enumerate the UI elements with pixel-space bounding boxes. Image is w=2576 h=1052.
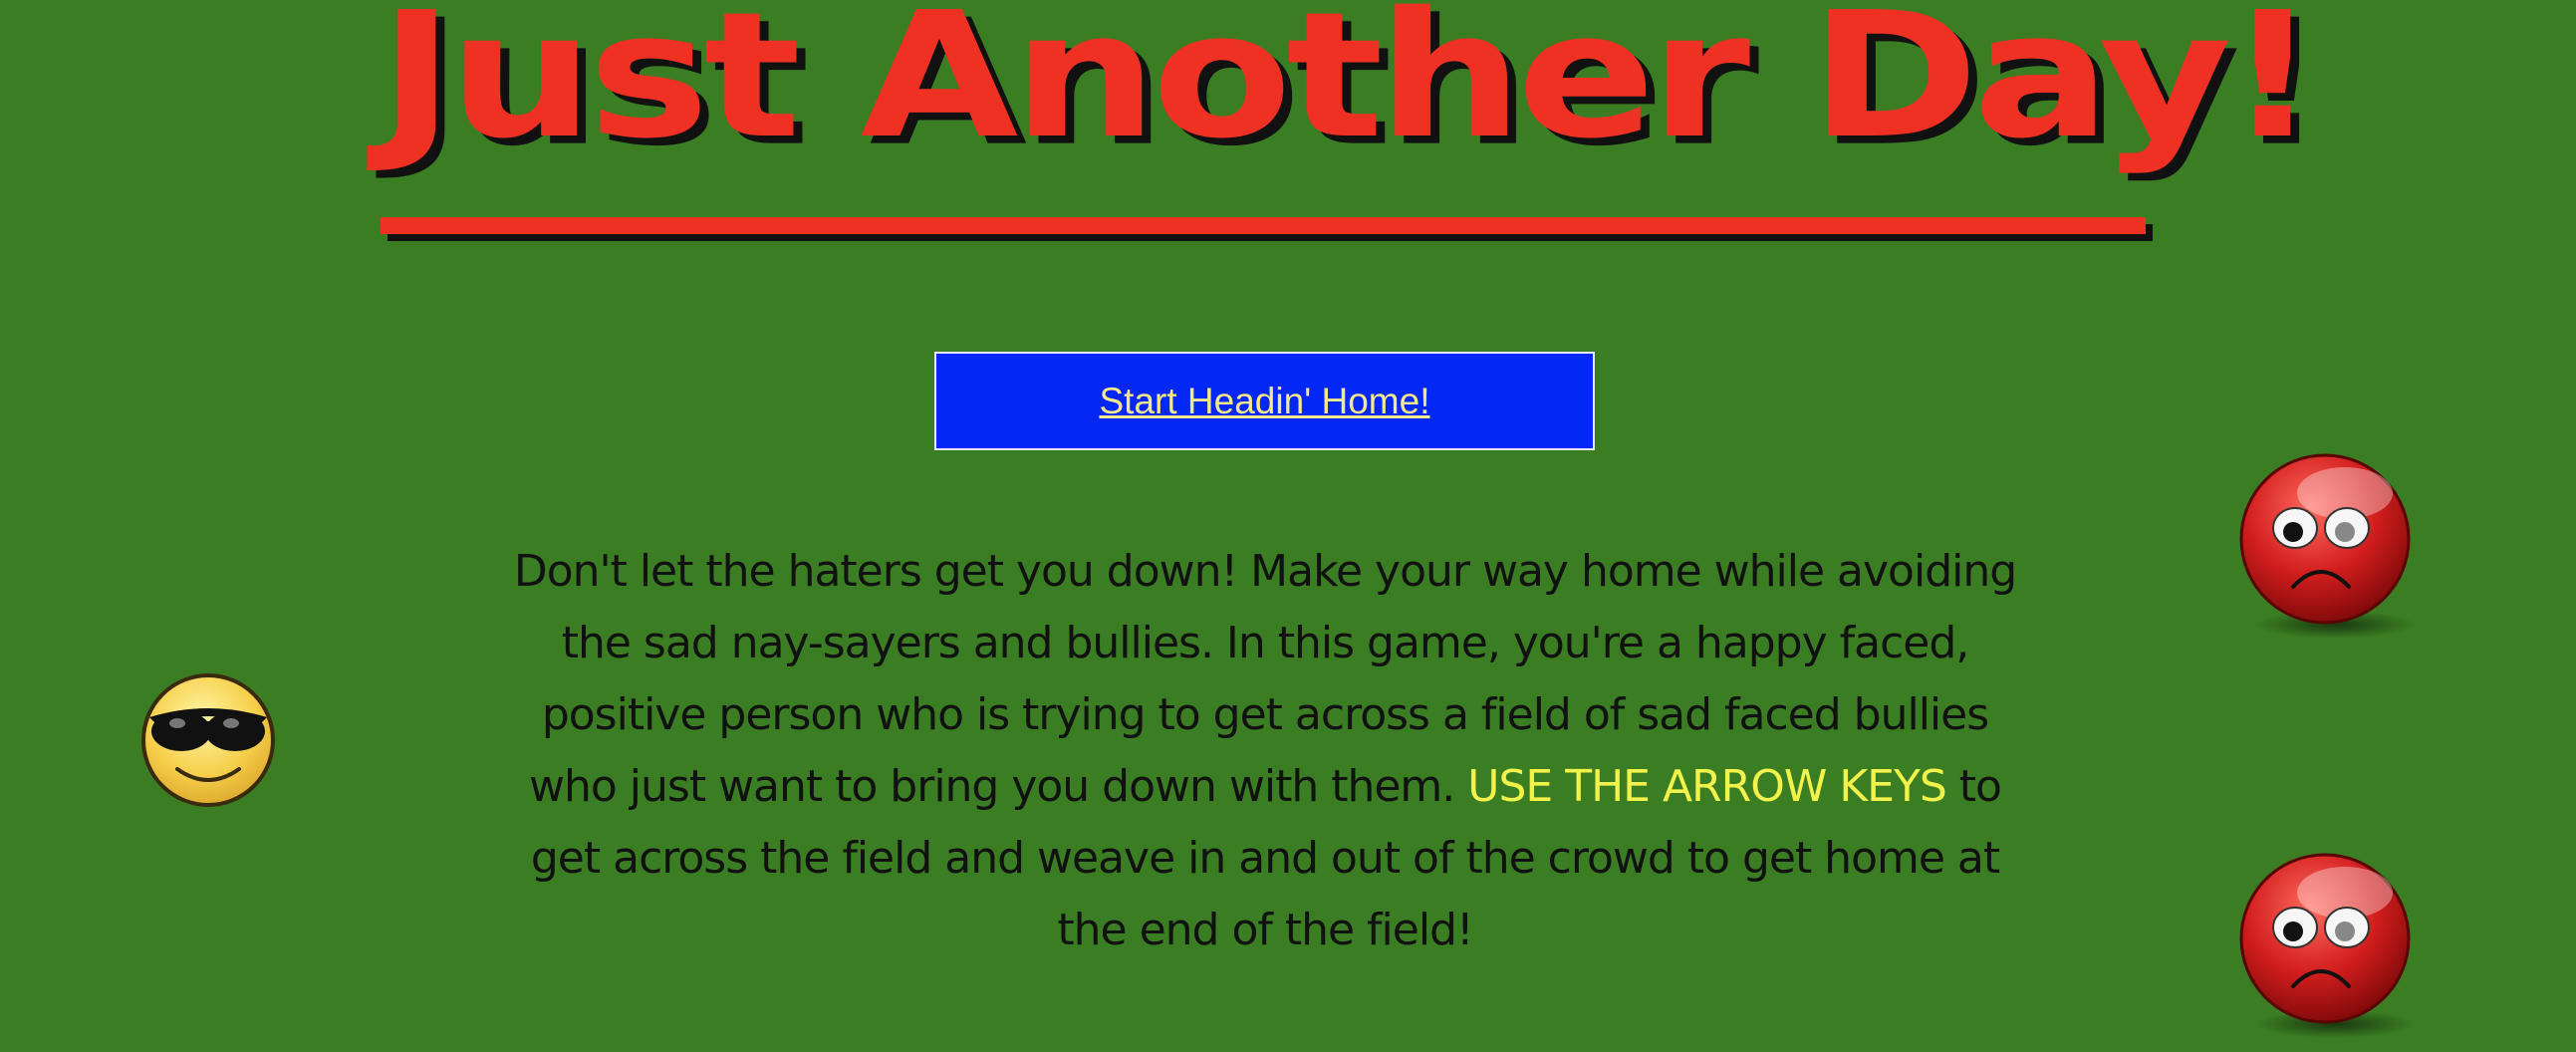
arrow-keys-hint: USE THE ARROW KEYS <box>1467 761 1947 812</box>
title-underline <box>381 217 2146 234</box>
enemy-sad-face-icon <box>2239 853 2415 1038</box>
start-game-button-label[interactable]: Start Headin' Home! <box>1100 381 1430 422</box>
enemy-sad-face-icon <box>2239 453 2415 639</box>
start-game-button[interactable]: Start Headin' Home! <box>934 352 1595 450</box>
instructions-text: Don't let the haters get you down! Make … <box>508 536 2022 966</box>
title-area: Just Another Day! <box>379 0 2319 249</box>
page-title: Just Another Day! <box>379 0 2319 177</box>
player-sunglasses-smiley-icon <box>141 673 275 807</box>
